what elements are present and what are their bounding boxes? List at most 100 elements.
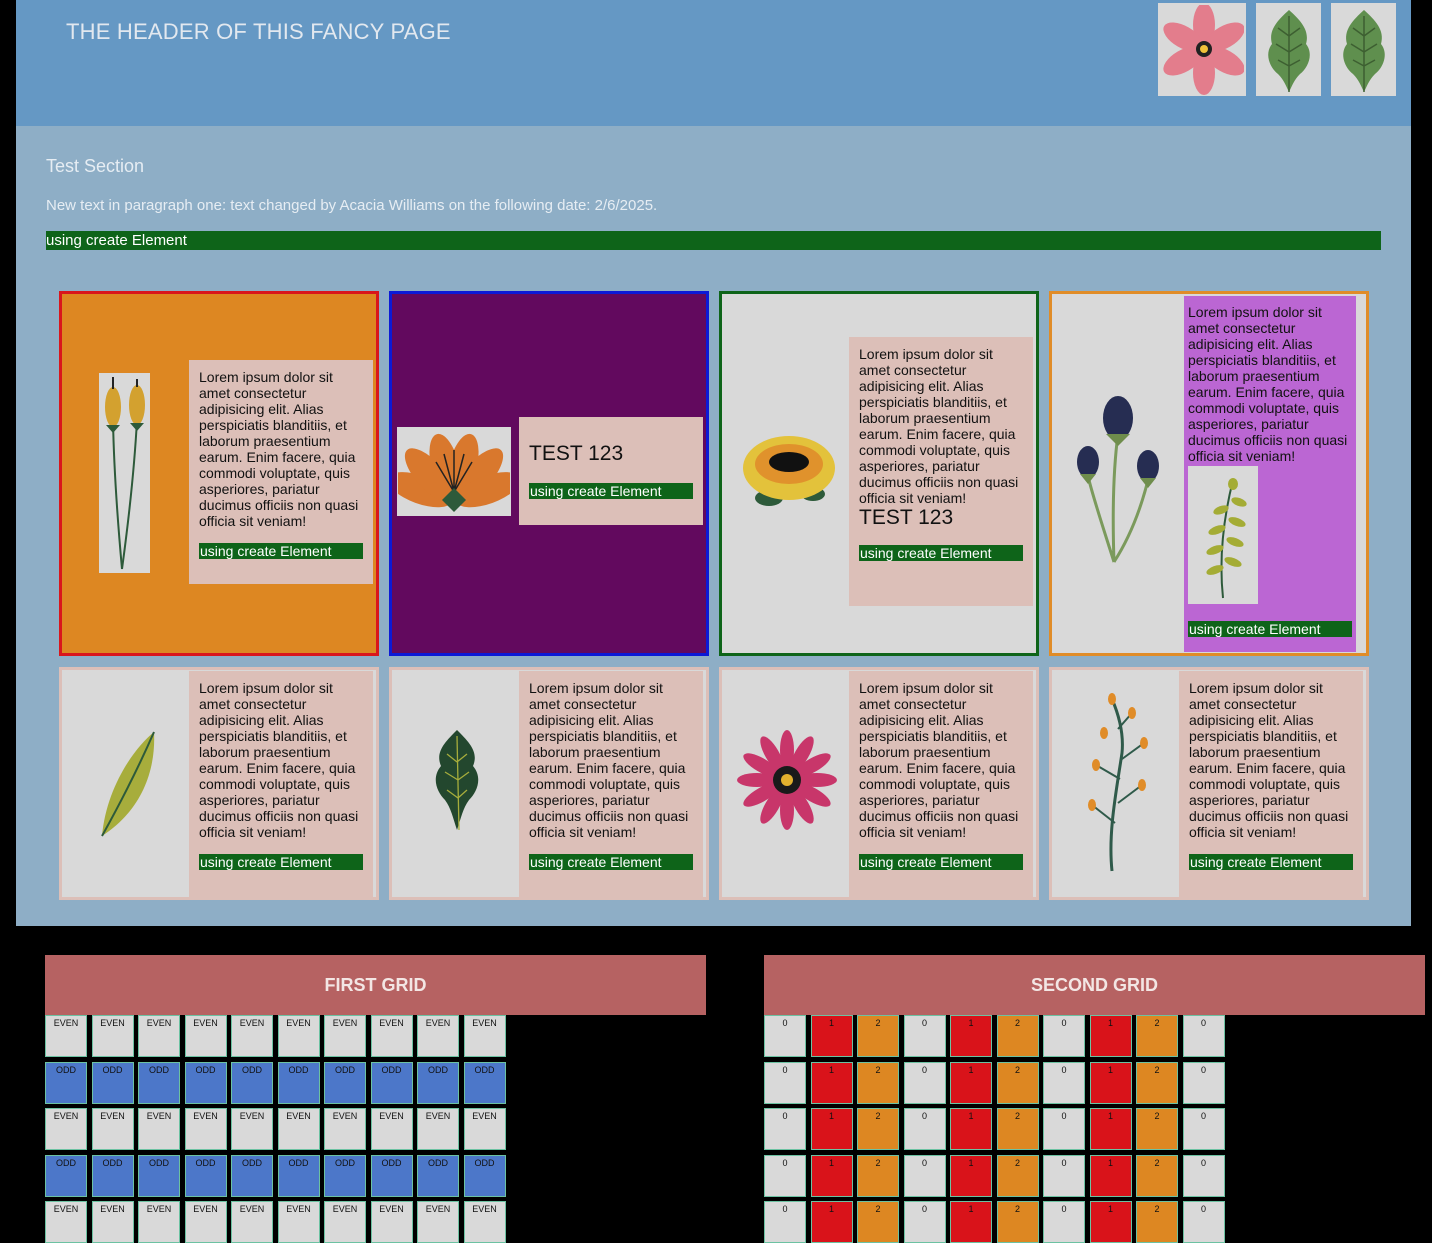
value-cell-0: 0 xyxy=(903,1154,946,1197)
section-paragraph: New text in paragraph one: text changed … xyxy=(46,197,658,214)
even-cell: EVEN xyxy=(463,1015,506,1057)
even-cell: EVEN xyxy=(138,1108,180,1150)
odd-cell: ODD xyxy=(184,1154,227,1197)
create-element-tag: using create Element xyxy=(529,483,693,499)
card-body-text: Lorem ipsum dolor sit amet consectetur a… xyxy=(859,680,1019,840)
card-body-text: Lorem ipsum dolor sit amet consectetur a… xyxy=(199,680,359,840)
test-label: TEST 123 xyxy=(859,506,954,529)
value-cell-2: 2 xyxy=(1136,1061,1178,1104)
card-text-panel: Lorem ipsum dolor sit amet consectetur a… xyxy=(1184,296,1356,652)
value-cell-2: 2 xyxy=(996,1015,1039,1057)
odd-cell: ODD xyxy=(417,1061,459,1104)
value-cell-2: 2 xyxy=(1136,1201,1178,1243)
value-cell-1: 1 xyxy=(1089,1201,1132,1243)
even-cell: EVEN xyxy=(324,1108,366,1150)
tulip-stems-icon xyxy=(104,377,145,570)
value-cell-0: 0 xyxy=(1182,1154,1225,1197)
leaf-thumbnail-1 xyxy=(1256,3,1321,96)
card-row2-4: Lorem ipsum dolor sit amet consectetur a… xyxy=(1049,667,1369,900)
odd-cell: ODD xyxy=(138,1061,180,1104)
value-cell-1: 1 xyxy=(950,1061,992,1104)
odd-cell: ODD xyxy=(91,1154,134,1197)
value-cell-1: 1 xyxy=(950,1108,992,1150)
odd-cell: ODD xyxy=(277,1154,320,1197)
value-cell-2: 2 xyxy=(857,1201,899,1243)
value-cell-0: 0 xyxy=(1043,1015,1085,1057)
create-element-tag: using create Element xyxy=(1188,621,1352,637)
card-body-text: Lorem ipsum dolor sit amet consectetur a… xyxy=(859,346,1019,506)
even-cell: EVEN xyxy=(231,1108,273,1150)
value-cell-1: 1 xyxy=(810,1015,853,1057)
dark-leaf-icon xyxy=(435,730,479,831)
value-cell-0: 0 xyxy=(1182,1015,1225,1057)
value-cell-0: 0 xyxy=(903,1061,946,1104)
value-cell-0: 0 xyxy=(903,1201,946,1243)
card-text-panel: Lorem ipsum dolor sit amet consectetur a… xyxy=(1179,671,1363,897)
card-purple: TEST 123 using create Element xyxy=(389,291,709,656)
value-cell-1: 1 xyxy=(810,1108,853,1150)
pink-flower-icon xyxy=(1163,4,1244,95)
card-image xyxy=(99,373,150,573)
card-image xyxy=(82,710,172,850)
even-cell: EVEN xyxy=(45,1108,87,1150)
create-element-tag: using create Element xyxy=(529,854,693,870)
value-cell-0: 0 xyxy=(764,1154,806,1197)
odd-cell: ODD xyxy=(231,1154,273,1197)
card-text-panel: Lorem ipsum dolor sit amet consectetur a… xyxy=(189,360,373,584)
odd-cell: ODD xyxy=(324,1154,366,1197)
even-cell: EVEN xyxy=(417,1201,459,1243)
card-orange: Lorem ipsum dolor sit amet consectetur a… xyxy=(59,291,379,656)
even-cell: EVEN xyxy=(370,1201,413,1243)
value-cell-2: 2 xyxy=(857,1108,899,1150)
even-cell: EVEN xyxy=(463,1108,506,1150)
card-text-panel: Lorem ipsum dolor sit amet consectetur a… xyxy=(189,671,373,897)
oak-leaf-icon xyxy=(1342,9,1385,92)
value-cell-1: 1 xyxy=(1089,1015,1132,1057)
value-cell-2: 2 xyxy=(996,1108,1039,1150)
value-cell-1: 1 xyxy=(1089,1108,1132,1150)
value-cell-2: 2 xyxy=(857,1061,899,1104)
odd-cell: ODD xyxy=(45,1154,87,1197)
fern-image xyxy=(1188,466,1258,604)
card-text-panel: Lorem ipsum dolor sit amet consectetur a… xyxy=(519,671,703,897)
even-cell: EVEN xyxy=(91,1015,134,1057)
even-cell: EVEN xyxy=(138,1201,180,1243)
even-cell: EVEN xyxy=(91,1201,134,1243)
odd-cell: ODD xyxy=(231,1061,273,1104)
value-cell-0: 0 xyxy=(764,1201,806,1243)
even-cell: EVEN xyxy=(184,1015,227,1057)
even-cell: EVEN xyxy=(324,1201,366,1243)
even-cell: EVEN xyxy=(45,1201,87,1243)
willow-leaf-icon xyxy=(101,731,155,837)
odd-cell: ODD xyxy=(417,1154,459,1197)
card-row2-3: Lorem ipsum dolor sit amet consectetur a… xyxy=(719,667,1039,900)
odd-cell: ODD xyxy=(184,1061,227,1104)
value-cell-2: 2 xyxy=(1136,1015,1178,1057)
even-cell: EVEN xyxy=(417,1108,459,1150)
even-cell: EVEN xyxy=(277,1201,320,1243)
card-text-panel: Lorem ipsum dolor sit amet consectetur a… xyxy=(849,337,1033,606)
value-cell-0: 0 xyxy=(1043,1201,1085,1243)
card-image xyxy=(732,720,842,840)
value-cell-1: 1 xyxy=(1089,1061,1132,1104)
create-element-tag: using create Element xyxy=(859,545,1023,561)
odd-cell: ODD xyxy=(91,1061,134,1104)
odd-cell: ODD xyxy=(370,1154,413,1197)
create-element-tag: using create Element xyxy=(199,543,363,559)
card-image xyxy=(1072,690,1162,875)
odd-cell: ODD xyxy=(138,1154,180,1197)
card-body-text: Lorem ipsum dolor sit amet consectetur a… xyxy=(199,369,359,529)
even-cell: EVEN xyxy=(463,1201,506,1243)
value-cell-1: 1 xyxy=(810,1061,853,1104)
oak-leaf-icon xyxy=(1267,9,1310,92)
value-cell-0: 0 xyxy=(903,1015,946,1057)
card-text-panel: Lorem ipsum dolor sit amet consectetur a… xyxy=(849,671,1033,897)
odd-cell: ODD xyxy=(463,1154,506,1197)
page-title: THE HEADER OF THIS FANCY PAGE xyxy=(66,19,451,44)
value-cell-2: 2 xyxy=(857,1154,899,1197)
value-cell-2: 2 xyxy=(1136,1154,1178,1197)
even-cell: EVEN xyxy=(417,1015,459,1057)
even-cell: EVEN xyxy=(138,1015,180,1057)
value-cell-0: 0 xyxy=(764,1108,806,1150)
card-lavender: Lorem ipsum dolor sit amet consectetur a… xyxy=(1049,291,1369,656)
